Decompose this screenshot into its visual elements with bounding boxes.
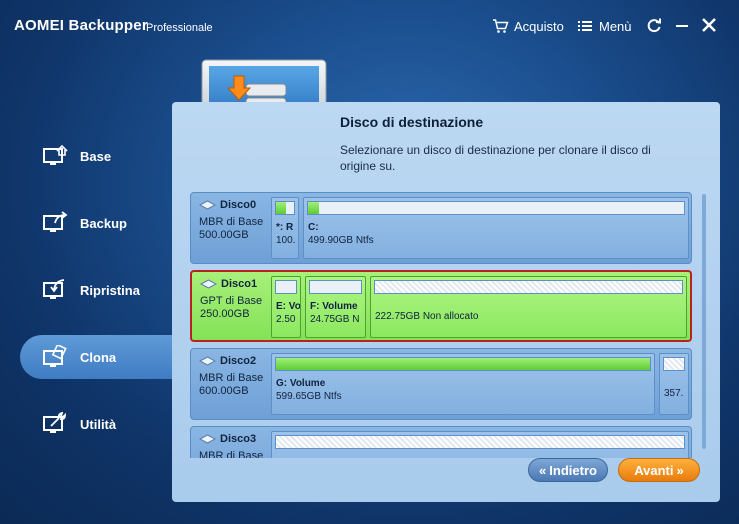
title-bar: AOMEI Backupper Professionale Acquisto M… xyxy=(0,0,739,50)
app-window: AOMEI Backupper Professionale Acquisto M… xyxy=(0,0,739,524)
disk-list-scrollbar[interactable] xyxy=(702,194,706,449)
purchase-button[interactable]: Acquisto xyxy=(492,18,564,34)
disk-type: MBR di Base xyxy=(199,450,264,458)
disk-icon xyxy=(198,356,217,366)
disk-icon xyxy=(199,279,218,289)
tools-icon xyxy=(42,411,68,436)
partition[interactable]: *: R 100. xyxy=(271,197,299,259)
sidebar-item-label: Clona xyxy=(80,349,117,365)
partition-unallocated[interactable] xyxy=(271,431,689,458)
destination-disk-panel: Disco di destinazione Selezionare un dis… xyxy=(172,102,720,502)
partition[interactable]: G: Volume 599.65GB Ntfs xyxy=(271,353,655,415)
disk-row-disco2[interactable]: Disco2 MBR di Base 600.00GB G: Volume 59… xyxy=(190,348,692,420)
menu-icon xyxy=(577,18,593,34)
partition[interactable]: F: Volume 24.75GB N xyxy=(305,276,366,338)
partition-name: C: xyxy=(308,222,319,233)
partition-unallocated[interactable]: 222.75GB Non allocato xyxy=(370,276,687,338)
disk-name: Disco3 xyxy=(220,433,257,445)
partition-size: 222.75GB Non allocato xyxy=(375,311,479,322)
disk-type: GPT di Base xyxy=(200,295,263,307)
disk-name: Disco0 xyxy=(220,199,257,211)
next-label: Avanti xyxy=(634,462,674,478)
partition-size: 100. xyxy=(276,235,296,246)
disk-info: Disco1 GPT di Base 250.00GB xyxy=(192,272,270,340)
partition-name: F: Volume xyxy=(310,301,358,312)
disk-size: 500.00GB xyxy=(199,229,249,241)
minimize-button[interactable] xyxy=(673,16,691,34)
sidebar-item-base[interactable]: Base xyxy=(20,134,180,178)
sidebar-item-label: Utilità xyxy=(80,416,117,432)
partition-size: 357. xyxy=(664,388,684,399)
disk-row-disco3[interactable]: Disco3 MBR di Base xyxy=(190,426,692,458)
refresh-button[interactable] xyxy=(645,16,663,34)
close-button[interactable] xyxy=(700,16,718,34)
app-edition: Professionale xyxy=(146,22,213,34)
sidebar-item-clone[interactable]: Clona xyxy=(20,335,180,379)
chevron-right-icon: » xyxy=(676,462,684,478)
sidebar-item-restore[interactable]: Ripristina xyxy=(20,268,180,312)
partition[interactable]: C: 499.90GB Ntfs xyxy=(303,197,689,259)
partition-name: G: Volume xyxy=(276,378,326,389)
partition-size: 599.65GB Ntfs xyxy=(276,391,342,402)
partition-name: *: R xyxy=(276,222,294,233)
restore-icon xyxy=(42,278,68,302)
back-button[interactable]: « Indietro xyxy=(528,458,608,482)
disk-size: 600.00GB xyxy=(199,385,249,397)
sidebar-item-label: Backup xyxy=(80,215,127,231)
partition-size: 499.90GB Ntfs xyxy=(308,235,374,246)
purchase-label: Acquisto xyxy=(514,18,564,34)
sidebar-item-label: Ripristina xyxy=(80,282,140,298)
partition-size: 2.50 xyxy=(276,314,296,325)
partition-name: E: Vo xyxy=(276,301,301,312)
page-title: Disco di destinazione xyxy=(340,114,484,130)
home-icon xyxy=(42,144,68,168)
close-icon xyxy=(702,18,716,32)
refresh-icon xyxy=(647,18,661,33)
chevron-left-icon: « xyxy=(539,462,547,478)
sidebar-item-backup[interactable]: Backup xyxy=(20,201,180,245)
disk-info: Disco0 MBR di Base 500.00GB xyxy=(191,193,269,263)
next-button[interactable]: Avanti » xyxy=(618,458,700,482)
disk-info: Disco3 MBR di Base xyxy=(191,427,269,458)
partition-unallocated[interactable]: 357. xyxy=(659,353,689,415)
disk-type: MBR di Base xyxy=(199,216,264,228)
app-title: AOMEI Backupper xyxy=(14,17,148,34)
disk-icon xyxy=(198,200,217,210)
cart-icon xyxy=(492,18,509,34)
disk-info: Disco2 MBR di Base 600.00GB xyxy=(191,349,269,419)
disk-name: Disco2 xyxy=(220,355,257,367)
disk-size: 250.00GB xyxy=(200,308,250,320)
back-label: Indietro xyxy=(549,462,597,478)
sidebar-item-label: Base xyxy=(80,148,112,164)
menu-label: Menù xyxy=(599,18,632,34)
disk-row-disco1[interactable]: Disco1 GPT di Base 250.00GB E: Vo 2.50 F… xyxy=(190,270,692,342)
disk-row-disco0[interactable]: Disco0 MBR di Base 500.00GB *: R 100. C:… xyxy=(190,192,692,264)
disk-type: MBR di Base xyxy=(199,372,264,384)
minimize-icon xyxy=(676,25,688,27)
disk-list: Disco0 MBR di Base 500.00GB *: R 100. C:… xyxy=(190,190,698,458)
disk-name: Disco1 xyxy=(221,278,258,290)
backup-icon xyxy=(42,211,68,235)
partition[interactable]: E: Vo 2.50 xyxy=(271,276,301,338)
page-description: Selezionare un disco di destinazione per… xyxy=(340,143,651,173)
clone-icon xyxy=(42,343,68,369)
sidebar-item-tools[interactable]: Utilità xyxy=(20,402,180,446)
disk-icon xyxy=(198,434,217,444)
menu-button[interactable]: Menù xyxy=(577,18,632,34)
partition-size: 24.75GB N xyxy=(310,314,360,325)
